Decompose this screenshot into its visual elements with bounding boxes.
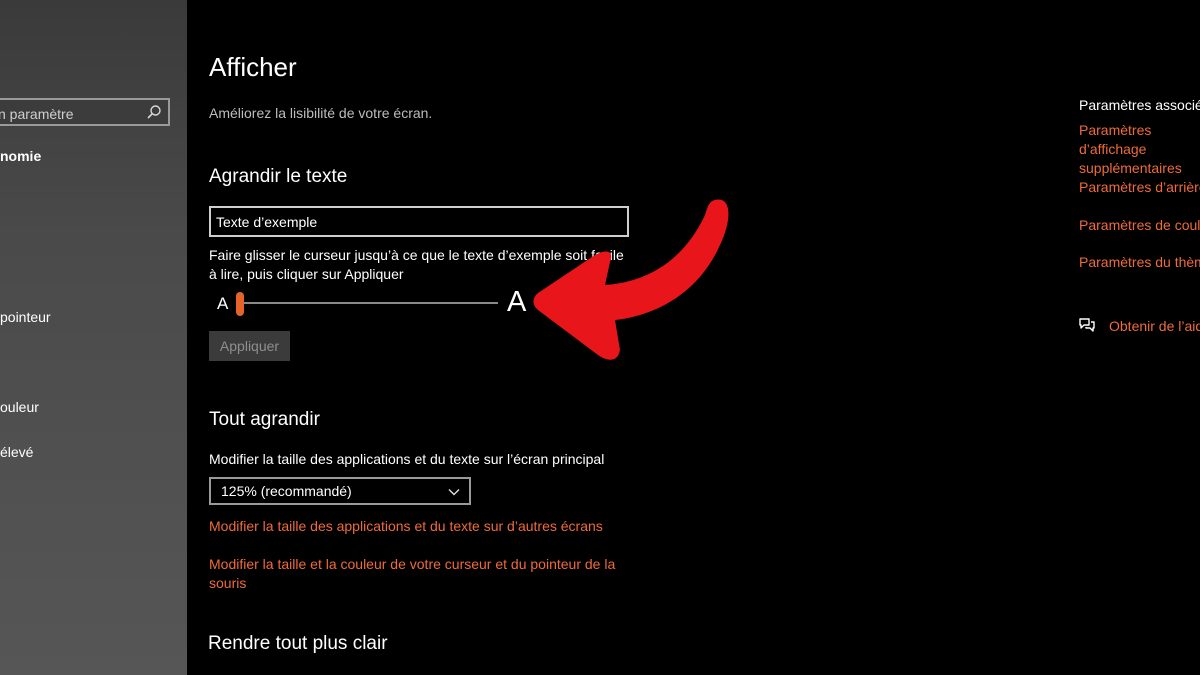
section-clearer-heading: Rendre tout plus clair (208, 633, 388, 654)
scale-label: Modifier la taille des applications et d… (209, 451, 605, 467)
chevron-down-icon (448, 489, 460, 496)
scale-dropdown[interactable]: 125% (recommandé) (209, 477, 471, 505)
slider-thumb[interactable] (236, 292, 244, 316)
search-icon[interactable] (146, 104, 162, 120)
sidebar-item-color[interactable]: ouleur (0, 399, 39, 415)
page-subtitle: Améliorez la lisibilité de votre écran. (209, 105, 433, 121)
sidebar-category-heading: nomie (0, 148, 42, 164)
scale-dropdown-value: 125% (recommandé) (221, 483, 352, 499)
related-link-color[interactable]: Paramètres de coule (1079, 216, 1200, 235)
sidebar-item-pointer[interactable]: pointeur (0, 309, 51, 325)
section-enlarge-all-heading: Tout agrandir (209, 409, 320, 430)
chat-bubbles-icon (1079, 318, 1095, 332)
related-link-display[interactable]: Paramètres d’affichage supplémentaires (1079, 121, 1200, 178)
search-input[interactable] (0, 100, 138, 126)
section-enlarge-text-heading: Agrandir le texte (209, 166, 348, 187)
search-box[interactable] (0, 98, 170, 126)
settings-sidebar: nomie pointeur ouleur élevé (0, 0, 187, 675)
apply-button[interactable]: Appliquer (209, 331, 290, 361)
related-link-background[interactable]: Paramètres d’arrière (1079, 178, 1200, 197)
related-settings-title: Paramètres associés (1079, 97, 1200, 113)
text-size-slider[interactable] (238, 302, 498, 304)
red-curved-arrow-icon (533, 199, 729, 360)
sidebar-item-high-contrast[interactable]: élevé (0, 444, 33, 460)
link-other-screens[interactable]: Modifier la taille des applications et d… (209, 517, 629, 536)
page-title: Afficher (209, 52, 297, 82)
related-link-theme[interactable]: Paramètres du thème (1079, 253, 1200, 272)
slider-min-label: A (217, 294, 229, 313)
link-cursor-settings[interactable]: Modifier la taille et la couleur de votr… (209, 555, 634, 593)
get-help-link[interactable]: Obtenir de l’aide (1109, 318, 1200, 334)
